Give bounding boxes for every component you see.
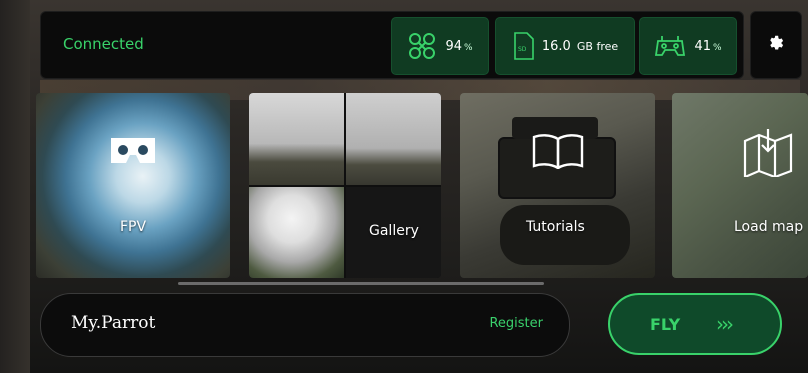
drone-icon — [407, 31, 437, 61]
gear-icon — [767, 34, 785, 56]
background-edge — [0, 0, 30, 373]
my-parrot-bar[interactable]: My.Parrot Register — [40, 293, 570, 357]
tile-fpv-label: FPV — [120, 219, 147, 235]
tile-load-map[interactable]: Load map — [672, 93, 808, 278]
register-link[interactable]: Register — [489, 316, 543, 331]
controller-battery-unit: % — [712, 42, 722, 53]
status-bar: Connected 94% SD 16.0 GB free 41 % — [40, 11, 744, 79]
controller-icon — [654, 33, 686, 59]
drone-battery-unit: % — [463, 42, 473, 53]
sd-card-icon: SD — [512, 32, 534, 60]
triple-chevron-right-icon: ››› — [716, 312, 734, 336]
settings-button[interactable] — [750, 11, 802, 79]
vr-headset-icon — [108, 135, 158, 171]
tile-gallery[interactable]: Gallery — [249, 93, 441, 278]
gallery-thumbnail — [249, 187, 344, 278]
drone-battery-value: 94 — [445, 38, 462, 54]
book-icon — [532, 133, 584, 173]
tile-load-map-label: Load map — [734, 219, 804, 235]
controller-battery-indicator[interactable]: 41% — [639, 17, 737, 75]
gallery-thumbnail — [346, 93, 441, 185]
controller-illustration — [500, 205, 630, 265]
controller-battery-value: 41 — [694, 38, 711, 54]
tile-tutorials[interactable]: Tutorials — [460, 93, 655, 278]
drone-battery-indicator[interactable]: 94% — [391, 17, 489, 75]
svg-text:SD: SD — [518, 46, 527, 53]
sd-storage-indicator[interactable]: SD 16.0 GB free — [495, 17, 635, 75]
sd-storage-value: 16.0 — [541, 38, 571, 54]
sd-storage-unit: GB free — [576, 39, 619, 53]
connection-status: Connected — [63, 35, 144, 53]
tiles-scrollbar[interactable] — [178, 282, 544, 285]
fly-button-label: FLY — [650, 315, 681, 334]
fly-button[interactable]: FLY ››› — [608, 293, 782, 355]
tile-gallery-label: Gallery — [369, 223, 419, 239]
my-parrot-logo: My.Parrot — [71, 313, 156, 333]
tile-tutorials-label: Tutorials — [526, 219, 585, 235]
tile-fpv[interactable]: FPV — [36, 93, 230, 278]
gallery-thumbnail — [249, 93, 344, 185]
map-download-icon — [742, 129, 794, 181]
